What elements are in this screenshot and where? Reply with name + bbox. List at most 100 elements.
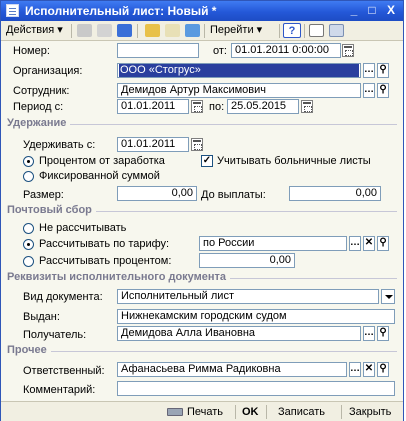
employee-open-icon[interactable]: ⚲ [377,83,389,98]
number-field[interactable] [117,43,199,58]
until-paid-field[interactable]: 0,00 [289,186,381,201]
no-calc-radio[interactable] [23,223,34,234]
ok-button[interactable]: OK [242,405,259,419]
organization-label: Организация: [13,65,83,77]
responsible-select-button[interactable]: … [349,362,361,377]
toolbar-separator [71,24,72,38]
recipient-open-icon[interactable]: ⚲ [377,326,389,341]
fixed-sum-label: Фиксированной суммой [39,170,160,182]
comment-label: Комментарий: [23,384,96,396]
document-type-field[interactable]: Исполнительный лист [117,289,379,304]
withhold-from-field[interactable]: 01.01.2011 [117,137,189,152]
document-details-section: Реквизиты исполнительного документа [7,271,397,285]
date-field[interactable]: 01.01.2011 0:00:00 [231,43,341,58]
organization-value: ООО «Стогрус» [119,64,359,77]
refresh-icon[interactable] [117,24,132,37]
document-icon [6,4,19,17]
employee-field[interactable]: Демидов Артур Максимович [117,83,361,98]
postal-section: Почтовый сбор [7,204,397,218]
document-type-label: Вид документа: [23,291,103,303]
comment-field[interactable] [117,381,395,396]
calendar-icon[interactable] [301,100,313,113]
footer-separator [235,405,236,419]
other-section: Прочее [7,344,397,358]
title-bar: Исполнительный лист: Новый * _ □ X [1,1,403,21]
toolbar: Действия ▾ Перейти ▾ ? [1,21,403,41]
responsible-label: Ответственный: [23,365,105,377]
no-calc-label: Не рассчитывать [39,222,127,234]
withhold-from-label: Удерживать с: [23,139,96,151]
toolbar-separator [304,24,305,38]
close-window-button[interactable]: X [383,3,399,18]
period-from-field[interactable]: 01.01.2011 [117,99,189,114]
period-label: Период с: [13,101,64,113]
tariff-clear-icon[interactable]: ✕ [363,236,375,251]
toolbar-separator [279,24,280,38]
document-details-section-title: Реквизиты исполнительного документа [7,271,231,283]
open-icon[interactable] [145,24,160,37]
actions-menu[interactable]: Действия ▾ [6,23,63,39]
settings-icon[interactable] [329,24,344,37]
minimize-button[interactable]: _ [346,3,362,18]
recipient-label: Получатель: [23,329,87,341]
employee-select-button[interactable]: … [363,83,375,98]
tariff-label: Рассчитывать по тарифу: [39,238,170,250]
window-title: Исполнительный лист: Новый * [25,4,217,18]
percent-label: Рассчитывать процентом: [39,255,172,267]
maximize-button[interactable]: □ [364,3,380,18]
responsible-field[interactable]: Афанасьева Римма Радиковна [117,362,347,377]
percent-radio[interactable] [23,256,34,267]
organization-select-button[interactable]: … [363,63,375,78]
other-section-title: Прочее [7,344,51,356]
copy-icon[interactable] [97,24,112,37]
sick-leave-checkbox[interactable]: ✓ [201,155,213,167]
save-button[interactable]: Записать [278,405,325,419]
document-window: Исполнительный лист: Новый * _ □ X Дейст… [0,0,404,421]
footer-separator [341,405,342,419]
until-paid-label: До выплаты: [201,189,266,201]
document-type-dropdown-icon[interactable] [381,289,395,304]
structure-icon[interactable] [165,24,180,37]
percent-of-salary-label: Процентом от заработка [39,155,165,167]
responsible-clear-icon[interactable]: ✕ [363,362,375,377]
recipient-field[interactable]: Демидова Алла Ивановна [117,326,361,341]
fixed-sum-radio[interactable] [23,171,34,182]
responsible-open-icon[interactable]: ⚲ [377,362,389,377]
organization-open-icon[interactable]: ⚲ [377,63,389,78]
amount-label: Размер: [23,189,64,201]
amount-field[interactable]: 0,00 [117,186,197,201]
calendar-icon[interactable] [342,44,354,57]
move-icon[interactable] [185,24,200,37]
date-label: от: [213,45,227,57]
list-icon[interactable] [309,24,324,37]
organization-field[interactable]: ООО «Стогрус» [117,63,361,78]
printer-icon[interactable] [167,408,183,416]
tariff-open-icon[interactable]: ⚲ [377,236,389,251]
tariff-select-button[interactable]: … [349,236,361,251]
calendar-icon[interactable] [191,138,203,151]
close-button[interactable]: Закрыть [349,405,391,419]
withholding-section-title: Удержание [7,117,71,129]
issued-by-field[interactable]: Нижнекамским городским судом [117,309,395,324]
sick-leave-label: Учитывать больничные листы [217,155,371,167]
percent-of-salary-radio[interactable] [23,156,34,167]
calendar-icon[interactable] [191,100,203,113]
period-to-label: по: [209,101,225,113]
help-button[interactable]: ? [283,23,301,38]
add-icon[interactable] [77,24,92,37]
tariff-field[interactable]: по России [199,236,347,251]
toolbar-separator [137,24,138,38]
issued-by-label: Выдан: [23,311,60,323]
footer-separator [266,405,267,419]
number-label: Номер: [13,45,50,57]
footer-bar: Печать OK Записать Закрыть [1,401,403,421]
tariff-radio[interactable] [23,239,34,250]
percent-field[interactable]: 0,00 [199,253,295,268]
period-to-field[interactable]: 25.05.2015 [227,99,299,114]
print-button[interactable]: Печать [187,405,223,419]
toolbar-separator [204,24,205,38]
withholding-section: Удержание [7,117,397,131]
goto-menu[interactable]: Перейти ▾ [210,23,262,39]
recipient-select-button[interactable]: … [363,326,375,341]
employee-label: Сотрудник: [13,85,70,97]
